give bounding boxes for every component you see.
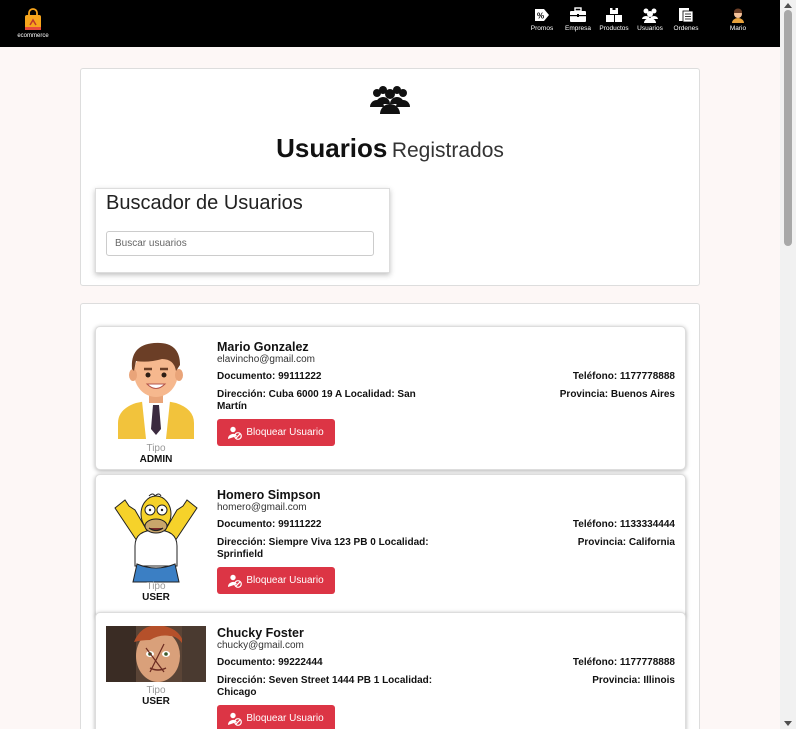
nav-item-mario[interactable]: Mario xyxy=(720,7,756,32)
user-avatar-image xyxy=(106,335,206,441)
block-user-label: Bloquear Usuario xyxy=(246,713,324,724)
search-input[interactable] xyxy=(106,231,374,256)
users-group-icon xyxy=(370,86,410,114)
scroll-up-arrow-icon[interactable] xyxy=(784,3,792,8)
user-name: Mario Gonzalez xyxy=(217,340,309,354)
user-block-icon xyxy=(228,574,243,588)
user-name: Homero Simpson xyxy=(217,488,321,502)
user-card: Tipo ADMIN Mario Gonzalez elavincho@gmai… xyxy=(95,326,686,470)
tipo-label: Tipo xyxy=(146,685,166,696)
user-card: Tipo USER Chucky Foster chucky@gmail.com… xyxy=(95,612,686,729)
svg-text:%: % xyxy=(537,12,544,21)
user-search-panel: Buscador de Usuarios xyxy=(95,188,390,273)
boxes-icon xyxy=(606,8,622,22)
tipo-value: ADMIN xyxy=(139,454,173,465)
block-user-label: Bloquear Usuario xyxy=(246,427,324,438)
shopping-bag-icon xyxy=(25,8,41,30)
nav-item-usuarios[interactable]: Usuarios xyxy=(632,7,668,32)
block-user-button[interactable]: Bloquear Usuario xyxy=(217,705,335,729)
nav-item-promos[interactable]: % Promos xyxy=(524,7,560,32)
user-telefono: Teléfono: 1133334444 xyxy=(572,519,675,530)
tipo-value: USER xyxy=(142,696,170,707)
user-documento: Documento: 99111222 xyxy=(217,371,322,382)
user-email: elavincho@gmail.com xyxy=(217,354,315,365)
percent-tag-icon: % xyxy=(535,9,549,21)
tipo-label: Tipo xyxy=(146,581,166,592)
nav-item-productos[interactable]: Productos xyxy=(596,7,632,32)
scroll-down-arrow-icon[interactable] xyxy=(784,721,792,726)
user-documento: Documento: 99111222 xyxy=(217,519,322,530)
scrollbar-thumb[interactable] xyxy=(784,10,792,246)
user-telefono: Teléfono: 1177778888 xyxy=(572,657,675,668)
tipo-label: Tipo xyxy=(146,443,166,454)
search-title: Buscador de Usuarios xyxy=(106,192,303,214)
block-user-button[interactable]: Bloquear Usuario xyxy=(217,419,335,446)
man-avatar-illustration xyxy=(118,342,194,439)
user-provincia: Provincia: Buenos Aires xyxy=(559,389,675,400)
header-card: Usuarios Registrados Buscador de Usuario… xyxy=(80,68,700,286)
user-telefono: Teléfono: 1177778888 xyxy=(572,371,675,382)
homer-avatar-illustration xyxy=(114,493,198,583)
block-user-label: Bloquear Usuario xyxy=(246,575,324,586)
block-user-button[interactable]: Bloquear Usuario xyxy=(217,567,335,594)
users-list: Tipo ADMIN Mario Gonzalez elavincho@gmai… xyxy=(80,303,700,729)
brand-logo[interactable]: ecommerce xyxy=(14,8,52,39)
users-icon xyxy=(642,8,658,23)
tipo-value: USER xyxy=(142,592,170,603)
top-navbar: ecommerce % Promos Empresa Productos Usu… xyxy=(0,0,780,47)
chucky-photo xyxy=(106,626,206,682)
user-direccion: Dirección: Seven Street 1444 PB 1 Locali… xyxy=(217,675,433,698)
brand-name: ecommerce xyxy=(17,33,49,39)
user-avatar-image xyxy=(106,625,206,683)
user-documento: Documento: 99222444 xyxy=(217,657,323,668)
user-name: Chucky Foster xyxy=(217,626,304,640)
user-provincia: Provincia: Illinois xyxy=(592,675,675,686)
user-block-icon xyxy=(228,712,243,726)
user-avatar-image xyxy=(106,483,206,589)
user-direccion: Dirección: Cuba 6000 19 A Localidad: San… xyxy=(217,389,416,412)
nav-item-empresa[interactable]: Empresa xyxy=(560,7,596,32)
clipboard-icon xyxy=(679,8,694,23)
user-provincia: Provincia: California xyxy=(577,537,675,548)
page-title: Usuarios Registrados xyxy=(276,133,504,163)
user-direccion: Dirección: Siempre Viva 123 PB 0 Localid… xyxy=(217,537,429,560)
briefcase-icon xyxy=(570,7,586,22)
user-block-icon xyxy=(228,426,243,440)
user-avatar-icon xyxy=(732,8,744,23)
user-card: Tipo USER Homero Simpson homero@gmail.co… xyxy=(95,474,686,618)
user-email: chucky@gmail.com xyxy=(217,640,304,651)
nav-item-ordenes[interactable]: Ordenes xyxy=(668,7,704,32)
user-email: homero@gmail.com xyxy=(217,502,307,513)
page-scrollbar[interactable] xyxy=(780,0,796,729)
